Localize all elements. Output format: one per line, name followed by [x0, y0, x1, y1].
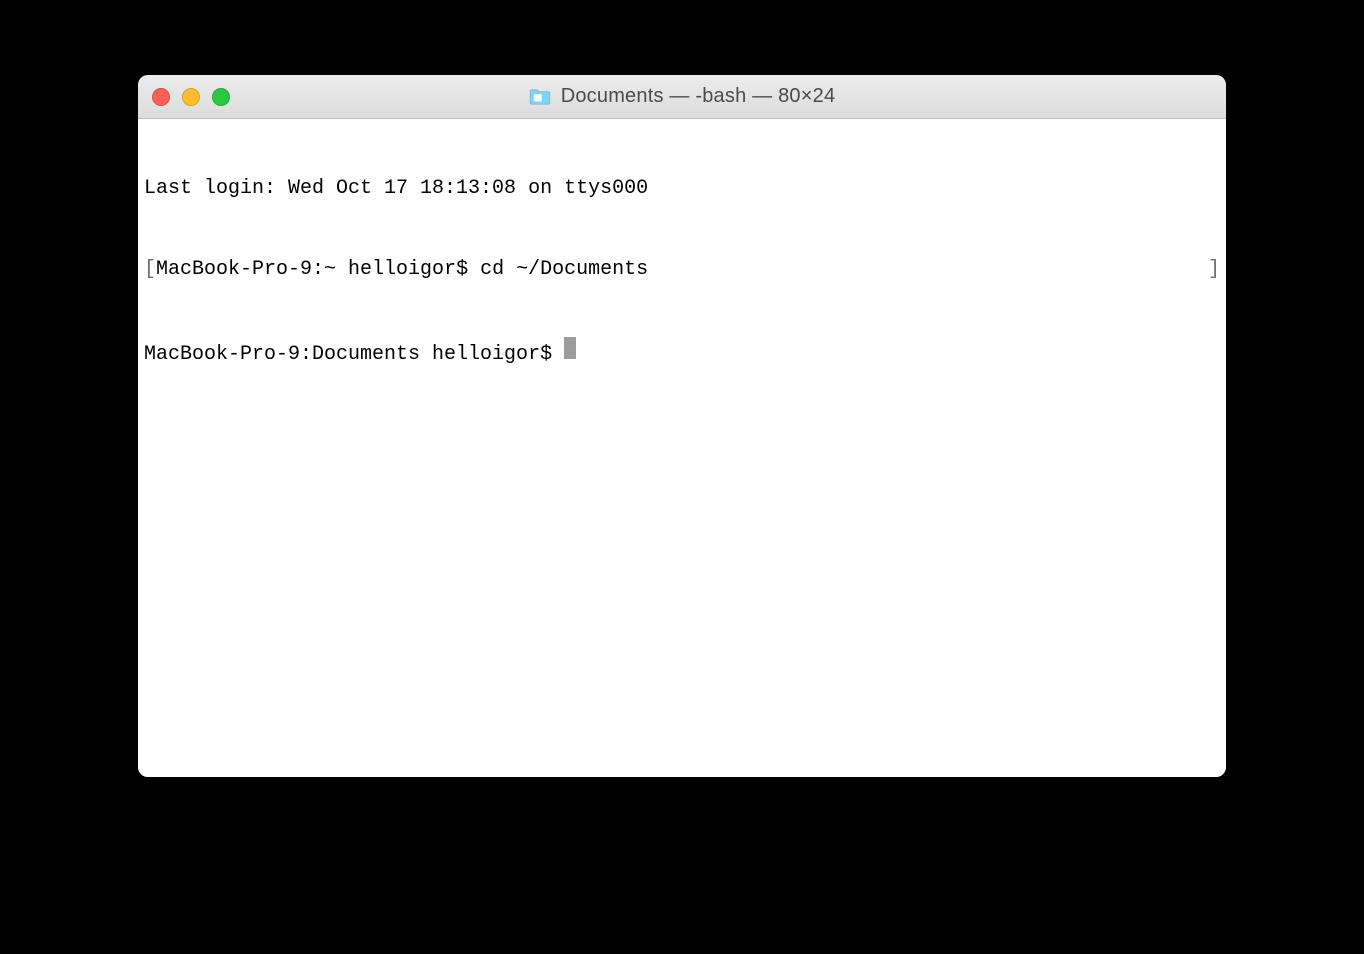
terminal-line-command: [ MacBook-Pro-9:~ helloigor$ cd ~/Docume… — [144, 256, 1220, 283]
bracket-open: [ — [144, 256, 156, 283]
bracket-close: ] — [1208, 256, 1220, 283]
window-title: Documents — -bash — 80×24 — [561, 85, 836, 108]
titlebar[interactable]: Documents — -bash — 80×24 — [138, 75, 1226, 119]
prompt-home: MacBook-Pro-9:~ helloigor$ — [156, 256, 480, 283]
traffic-lights — [138, 88, 230, 106]
terminal-body[interactable]: Last login: Wed Oct 17 18:13:08 on ttys0… — [138, 119, 1226, 777]
terminal-window: Documents — -bash — 80×24 Last login: We… — [138, 75, 1226, 777]
cursor[interactable] — [564, 337, 576, 359]
close-button[interactable] — [152, 88, 170, 106]
minimize-button[interactable] — [182, 88, 200, 106]
terminal-line-current-prompt: MacBook-Pro-9:Documents helloigor$ — [144, 337, 1220, 368]
command-text: cd ~/Documents — [480, 256, 648, 283]
terminal-line-last-login: Last login: Wed Oct 17 18:13:08 on ttys0… — [144, 175, 1220, 202]
prompt-documents: MacBook-Pro-9:Documents helloigor$ — [144, 341, 564, 368]
title-wrap: Documents — -bash — 80×24 — [138, 85, 1226, 108]
folder-icon — [529, 88, 551, 106]
zoom-button[interactable] — [212, 88, 230, 106]
